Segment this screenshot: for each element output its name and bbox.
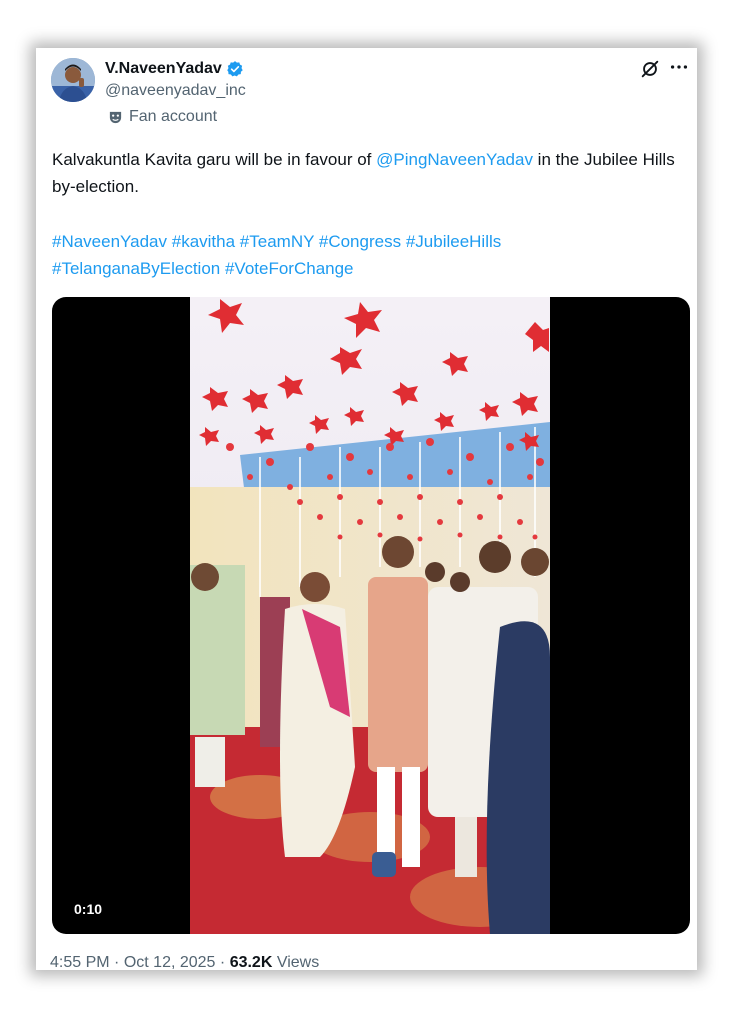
video-frame[interactable] xyxy=(190,297,550,934)
author-display-name[interactable]: V.NaveenYadav xyxy=(105,60,222,78)
hashtag-link[interactable]: #JubileeHills xyxy=(406,232,501,251)
author-name-row[interactable]: V.NaveenYadav xyxy=(105,60,244,78)
hashtag-link[interactable]: #kavitha xyxy=(172,232,235,251)
grok-icon[interactable] xyxy=(639,58,661,80)
tweet-card: V.NaveenYadav @naveenyadav_inc Fan accou… xyxy=(36,48,697,970)
mention-link[interactable]: @PingNaveenYadav xyxy=(376,150,533,169)
theater-mask-icon xyxy=(109,111,122,123)
hashtag-link[interactable]: #TeamNY xyxy=(240,232,314,251)
fan-account-label: Fan account xyxy=(108,108,217,126)
tweet-meta: 4:55 PM · Oct 12, 2025 · 63.2K Views xyxy=(50,954,319,970)
hashtag-link[interactable]: #Congress xyxy=(319,232,401,251)
more-options-icon[interactable] xyxy=(668,56,690,78)
hashtag-link[interactable]: #VoteForChange xyxy=(225,259,354,278)
tweet-body: Kalvakuntla Kavita garu will be in favou… xyxy=(52,146,682,200)
video-duration: 0:10 xyxy=(74,901,103,917)
meta-separator: · xyxy=(219,954,226,970)
hashtag-link[interactable]: #NaveenYadav xyxy=(52,232,167,251)
video-still-image xyxy=(190,297,550,934)
views-label: Views xyxy=(276,954,320,970)
hashtag-link[interactable]: #TelanganaByElection xyxy=(52,259,220,278)
verified-badge-icon xyxy=(227,61,243,77)
tweet-time[interactable]: 4:55 PM xyxy=(50,954,110,970)
views-count[interactable]: 63.2K xyxy=(230,954,273,970)
tweet-date[interactable]: Oct 12, 2025 xyxy=(124,954,216,970)
hashtag-list: #NaveenYadav #kavitha #TeamNY #Congress … xyxy=(52,228,682,282)
avatar[interactable] xyxy=(51,58,95,102)
author-handle[interactable]: @naveenyadav_inc xyxy=(105,82,246,100)
video-player[interactable]: 0:10 xyxy=(52,297,690,934)
tweet-text-part1: Kalvakuntla Kavita garu will be in favou… xyxy=(52,150,377,169)
meta-separator: · xyxy=(114,954,120,970)
fan-account-text: Fan account xyxy=(129,108,218,125)
